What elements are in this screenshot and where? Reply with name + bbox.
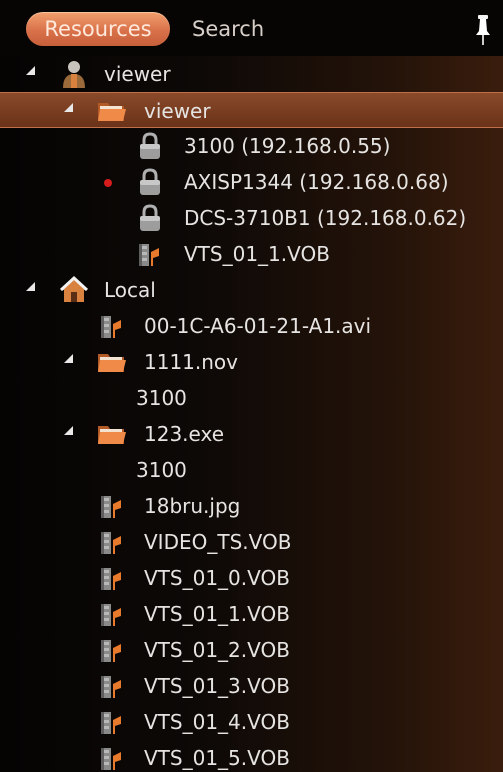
tree-row[interactable]: VTS_01_1.VOB bbox=[0, 236, 503, 272]
tree-item-label: viewer bbox=[104, 62, 171, 86]
tree-row[interactable]: 1111.nov bbox=[0, 344, 503, 380]
video-file-icon bbox=[96, 562, 128, 594]
video-file-icon bbox=[96, 310, 128, 342]
tree-row[interactable]: viewer bbox=[0, 92, 503, 128]
video-file-icon bbox=[96, 598, 128, 630]
tree-row[interactable]: AXISP1344 (192.168.0.68) bbox=[0, 164, 503, 200]
tree-item-label: 3100 bbox=[136, 386, 187, 410]
tree-item-label: 3100 (192.168.0.55) bbox=[184, 134, 391, 158]
video-file-icon bbox=[96, 670, 128, 702]
tree-item-label: viewer bbox=[144, 99, 211, 123]
tree-item-label: VTS_01_0.VOB bbox=[144, 566, 290, 590]
folder-icon bbox=[96, 346, 128, 378]
tree-item-label: VTS_01_1.VOB bbox=[184, 242, 330, 266]
tree-item-label: VTS_01_3.VOB bbox=[144, 674, 290, 698]
tree-row[interactable]: 123.exe bbox=[0, 416, 503, 452]
tab-search[interactable]: Search bbox=[180, 12, 276, 46]
tree-row[interactable]: 3100 bbox=[0, 452, 503, 488]
tree-item-label: VTS_01_1.VOB bbox=[144, 602, 290, 626]
video-file-icon bbox=[96, 490, 128, 522]
tree-item-label: 1111.nov bbox=[144, 350, 239, 374]
tree-item-label: 18bru.jpg bbox=[144, 494, 241, 518]
folder-icon bbox=[96, 418, 128, 450]
tab-bar: Resources Search bbox=[0, 0, 503, 56]
recording-indicator-icon bbox=[104, 179, 112, 187]
expand-arrow-icon[interactable] bbox=[26, 66, 35, 75]
tree-item-label: VTS_01_4.VOB bbox=[144, 710, 290, 734]
tree-row[interactable]: VTS_01_4.VOB bbox=[0, 704, 503, 740]
tree-item-label: Local bbox=[104, 278, 156, 302]
tree-row[interactable]: 3100 (192.168.0.55) bbox=[0, 128, 503, 164]
resources-panel: Resources Search viewer viewer 3100 (192.1… bbox=[0, 0, 503, 772]
tree-row[interactable]: VTS_01_0.VOB bbox=[0, 560, 503, 596]
video-file-icon bbox=[134, 238, 166, 270]
tree-row[interactable]: DCS-3710B1 (192.168.0.62) bbox=[0, 200, 503, 236]
user-icon bbox=[58, 58, 90, 90]
tree-item-label: 3100 bbox=[136, 458, 187, 482]
expand-arrow-icon[interactable] bbox=[64, 426, 73, 435]
home-icon bbox=[58, 274, 90, 306]
tree-row[interactable]: 00-1C-A6-01-21-A1.avi bbox=[0, 308, 503, 344]
tab-resources[interactable]: Resources bbox=[26, 12, 170, 46]
tree-item-label: DCS-3710B1 (192.168.0.62) bbox=[184, 206, 467, 230]
tree-row[interactable]: Local bbox=[0, 272, 503, 308]
tree-item-label: 123.exe bbox=[144, 422, 225, 446]
lock-icon bbox=[134, 166, 166, 198]
video-file-icon bbox=[96, 742, 128, 772]
tree-row[interactable]: VTS_01_3.VOB bbox=[0, 668, 503, 704]
tree-item-label: VIDEO_TS.VOB bbox=[144, 530, 292, 554]
video-file-icon bbox=[96, 634, 128, 666]
lock-icon bbox=[134, 202, 166, 234]
video-file-icon bbox=[96, 526, 128, 558]
tree-row[interactable]: VIDEO_TS.VOB bbox=[0, 524, 503, 560]
tree-row[interactable]: 18bru.jpg bbox=[0, 488, 503, 524]
expand-arrow-icon[interactable] bbox=[64, 354, 73, 363]
tree-item-label: AXISP1344 (192.168.0.68) bbox=[184, 170, 449, 194]
expand-arrow-icon[interactable] bbox=[26, 282, 35, 291]
pin-icon[interactable] bbox=[472, 13, 494, 47]
lock-icon bbox=[134, 130, 166, 162]
tree-row[interactable]: VTS_01_2.VOB bbox=[0, 632, 503, 668]
tree-item-label: VTS_01_5.VOB bbox=[144, 746, 290, 770]
tree-item-label: VTS_01_2.VOB bbox=[144, 638, 290, 662]
folder-icon bbox=[96, 95, 128, 127]
tree-row[interactable]: 3100 bbox=[0, 380, 503, 416]
tree-row[interactable]: viewer bbox=[0, 56, 503, 92]
tree-item-label: 00-1C-A6-01-21-A1.avi bbox=[144, 314, 372, 338]
tree-row[interactable]: VTS_01_5.VOB bbox=[0, 740, 503, 772]
tree-row[interactable]: VTS_01_1.VOB bbox=[0, 596, 503, 632]
video-file-icon bbox=[96, 706, 128, 738]
expand-arrow-icon[interactable] bbox=[64, 103, 73, 112]
